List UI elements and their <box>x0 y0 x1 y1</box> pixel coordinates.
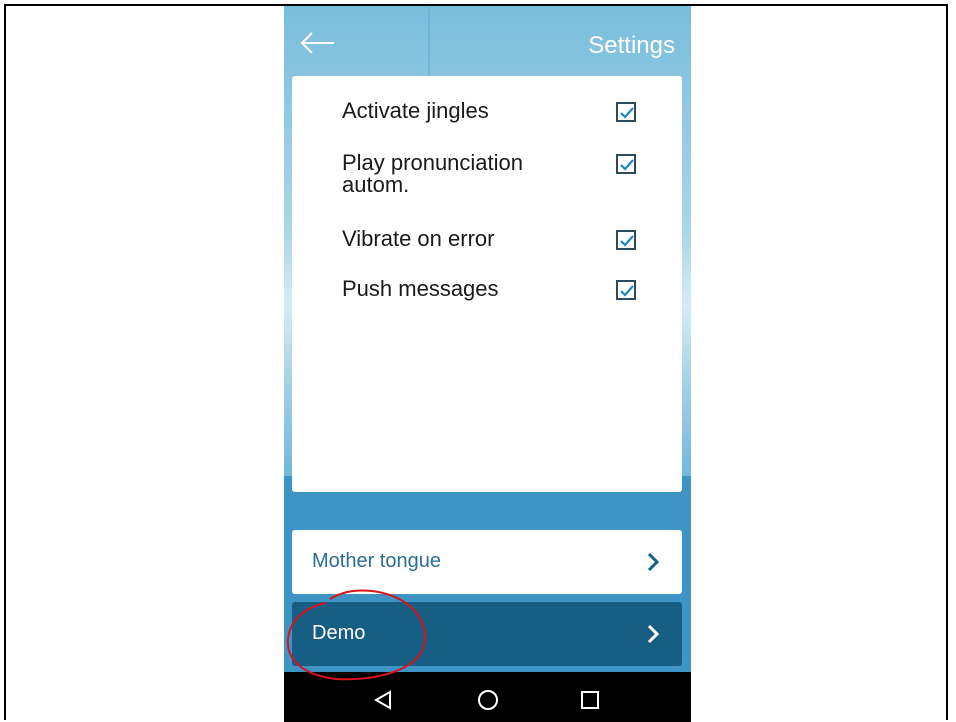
page-title: Settings <box>588 32 675 59</box>
recents-square-icon[interactable] <box>576 686 604 714</box>
checkbox-play-pronunciation[interactable] <box>616 154 636 174</box>
phone-screen: Settings Activate jingles Play pronuncia… <box>284 6 691 722</box>
home-circle-icon[interactable] <box>474 686 502 714</box>
chevron-right-icon <box>646 623 660 645</box>
android-navigation-bar <box>284 672 691 722</box>
menu-item-label: Demo <box>312 622 366 644</box>
arrow-left-icon[interactable] <box>298 28 336 58</box>
checkbox-vibrate-on-error[interactable] <box>616 230 636 250</box>
menu-item-demo[interactable]: Demo <box>292 602 682 666</box>
setting-label: Activate jingles <box>342 98 489 123</box>
menu-item-mother-tongue[interactable]: Mother tongue <box>292 530 682 594</box>
checkbox-activate-jingles[interactable] <box>616 102 636 122</box>
background-divider <box>428 6 430 76</box>
back-triangle-icon[interactable] <box>370 686 398 714</box>
settings-card: Activate jingles Play pronunciation auto… <box>292 76 682 492</box>
checkbox-push-messages[interactable] <box>616 280 636 300</box>
setting-label: Push messages <box>342 276 499 301</box>
chevron-right-icon <box>646 551 660 573</box>
setting-label: Play pronunciation autom. <box>342 150 524 197</box>
setting-label: Vibrate on error <box>342 226 495 251</box>
menu-item-label: Mother tongue <box>312 550 441 572</box>
